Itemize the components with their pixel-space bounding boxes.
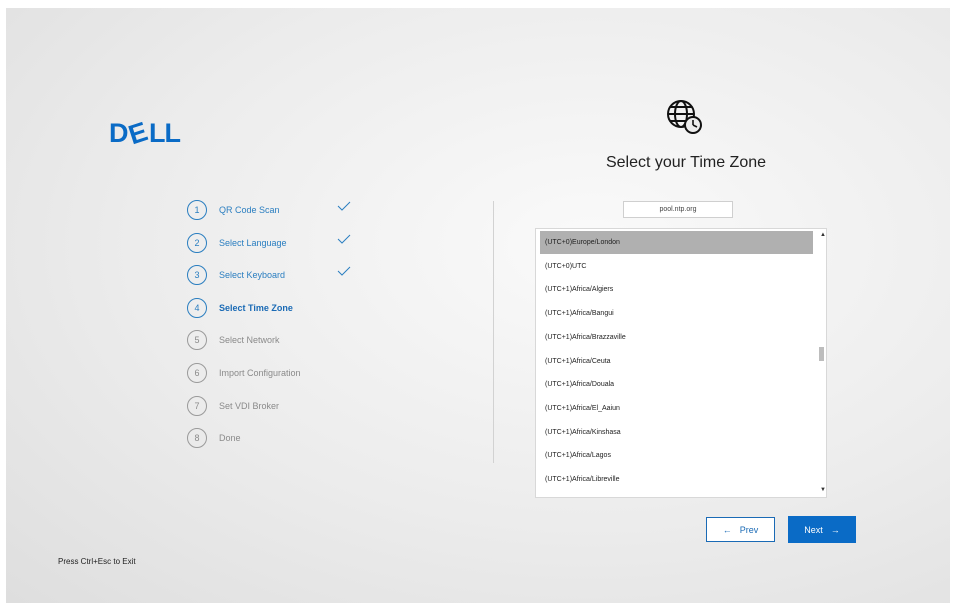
step-label: Set VDI Broker xyxy=(219,400,280,411)
timezone-option[interactable]: (UTC+1)Africa/Brazzaville xyxy=(540,326,813,349)
step-label: Import Configuration xyxy=(219,368,301,378)
step-item: 2 Select Language xyxy=(187,232,487,254)
step-item: 6 Import Configuration xyxy=(187,362,487,384)
timezone-option[interactable]: (UTC+1)Africa/Algiers xyxy=(540,278,813,301)
step-number: 3 xyxy=(187,265,207,286)
step-number: 8 xyxy=(187,428,207,449)
checkmark-icon xyxy=(337,234,351,244)
step-number: 7 xyxy=(187,395,207,416)
step-number: 5 xyxy=(187,330,207,351)
timezone-option[interactable]: (UTC+1)Africa/Bangui xyxy=(540,302,813,325)
timezone-option[interactable]: (UTC+1)Africa/Ceuta xyxy=(540,350,813,373)
scroll-up-arrow-icon[interactable]: ▲ xyxy=(820,232,826,238)
globe-clock-icon xyxy=(664,98,704,141)
timezone-option[interactable]: (UTC+0)Europe/London xyxy=(540,231,813,254)
timezone-option[interactable]: (UTC+1)Africa/Kinshasa xyxy=(540,421,813,444)
checkmark-icon xyxy=(337,201,351,211)
arrow-right-icon: → xyxy=(830,524,840,535)
step-number: 1 xyxy=(187,200,207,220)
step-label: Done xyxy=(219,433,241,444)
list-scrollbar[interactable]: ▲ ▼ xyxy=(818,229,826,497)
step-number: 2 xyxy=(187,232,207,253)
prev-button-label: Prev xyxy=(739,524,759,535)
step-label: QR Code Scan xyxy=(219,205,280,215)
next-button[interactable]: Next → xyxy=(788,516,856,543)
timezone-list[interactable]: (UTC+0)Europe/London (UTC+0)UTC (UTC+1)Afr… xyxy=(535,228,827,498)
step-label: Select Network xyxy=(219,335,280,346)
checkmark-icon xyxy=(337,266,351,276)
step-item: 5 Select Network xyxy=(187,329,487,351)
page-title: Select your Time Zone xyxy=(605,154,767,171)
step-item: 3 Select Keyboard xyxy=(187,264,487,286)
ntp-server-field[interactable]: pool.ntp.org xyxy=(623,201,733,218)
svg-text:E: E xyxy=(125,118,151,148)
timezone-option[interactable]: (UTC+1)Africa/Lagos xyxy=(540,444,813,467)
timezone-option[interactable]: (UTC+1)Africa/El_Aaiun xyxy=(540,397,813,420)
exit-hint: Press Ctrl+Esc to Exit xyxy=(58,557,136,566)
step-label: Select Time Zone xyxy=(219,302,293,313)
svg-text:LL: LL xyxy=(149,118,180,148)
step-item: 7 Set VDI Broker xyxy=(187,395,487,417)
step-number: 6 xyxy=(187,363,207,383)
vertical-divider xyxy=(493,201,494,463)
prev-button[interactable]: ← Prev xyxy=(706,517,775,542)
dell-logo: D E LL xyxy=(109,116,189,153)
step-item: 1 QR Code Scan xyxy=(187,199,487,221)
timezone-option[interactable]: (UTC+1)Africa/Douala xyxy=(540,373,813,396)
timezone-option[interactable]: (UTC+1)Africa/Libreville xyxy=(540,468,813,491)
scroll-thumb[interactable] xyxy=(819,347,824,361)
step-item: 8 Done xyxy=(187,427,487,449)
timezone-option[interactable]: (UTC+0)UTC xyxy=(540,255,813,278)
next-button-label: Next xyxy=(804,524,823,535)
step-label: Select Keyboard xyxy=(219,270,286,281)
scroll-down-arrow-icon[interactable]: ▼ xyxy=(820,487,826,493)
step-item: 4 Select Time Zone xyxy=(187,297,487,319)
step-label: Select Language xyxy=(219,237,287,248)
arrow-left-icon: ← xyxy=(722,524,732,535)
step-number: 4 xyxy=(187,297,207,318)
